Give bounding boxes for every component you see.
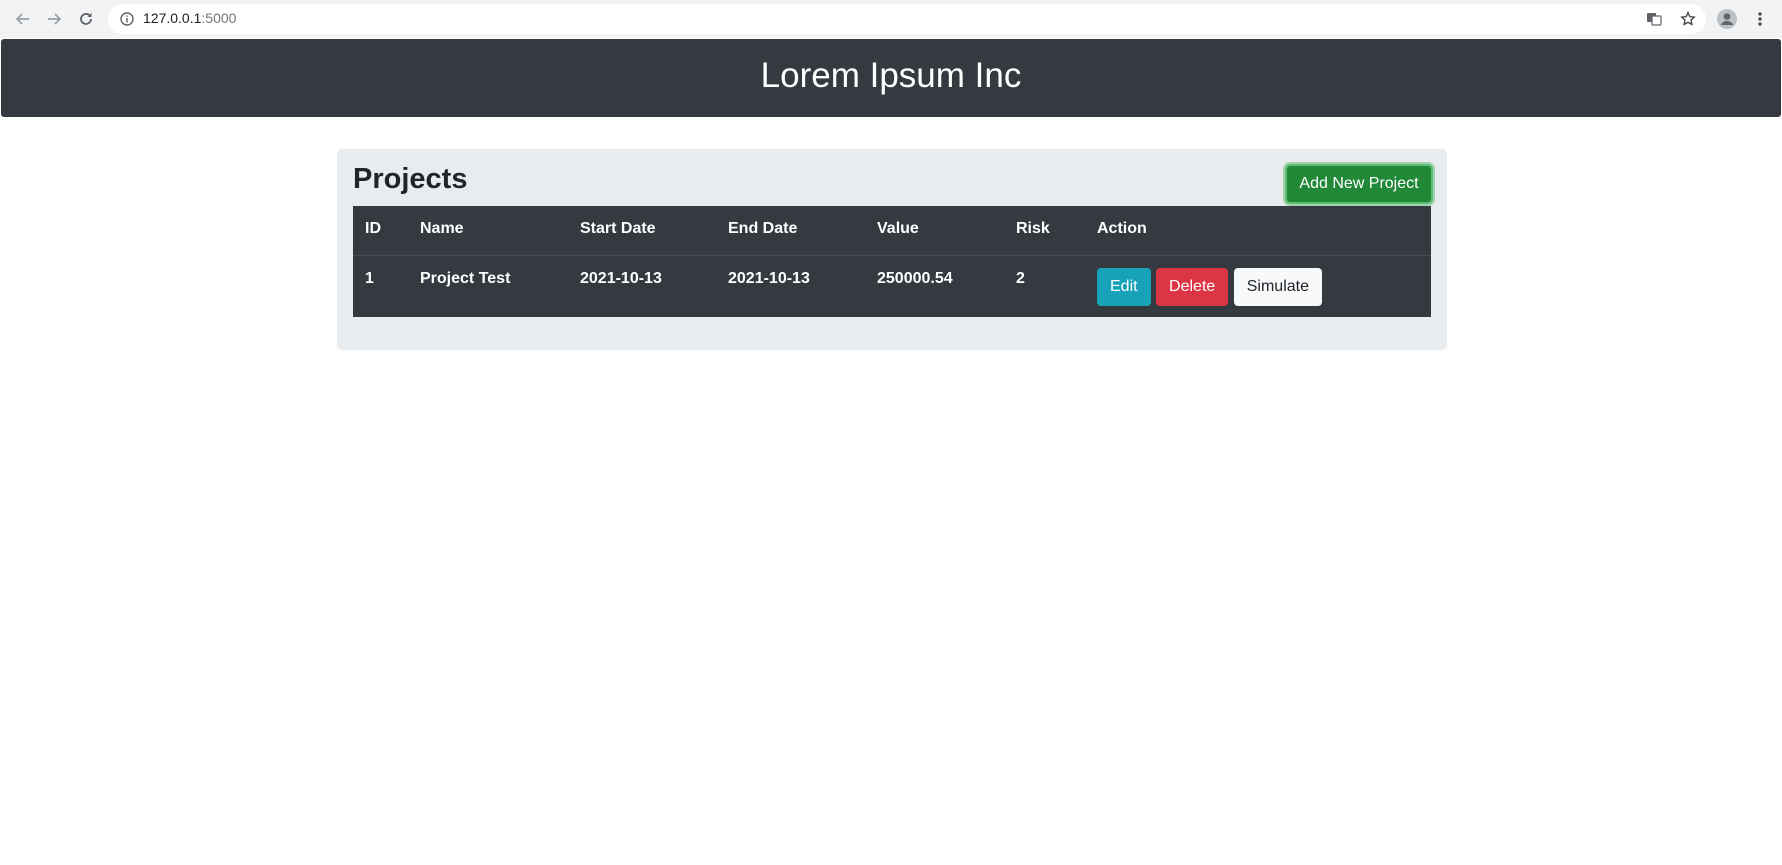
column-header-id: ID	[365, 220, 381, 237]
projects-card: Projects Add New Project ID Name Start D…	[337, 149, 1447, 350]
cell-name: Project Test	[420, 269, 511, 287]
address-bar[interactable]: 127.0.0.1:5000	[108, 4, 1706, 34]
profile-avatar-icon[interactable]	[1716, 8, 1738, 30]
site-header: Lorem Ipsum Inc	[1, 39, 1781, 117]
column-header-end-date: End Date	[728, 220, 798, 237]
cell-risk: 2	[1016, 269, 1025, 287]
column-header-start-date: Start Date	[580, 220, 656, 237]
column-header-risk: Risk	[1016, 220, 1050, 237]
cell-actions: Edit Delete Simulate	[1085, 255, 1431, 317]
simulate-button[interactable]: Simulate	[1233, 267, 1322, 306]
table-header-row: ID Name Start Date End Date Value Risk A…	[353, 206, 1431, 255]
url-port: :5000	[201, 10, 237, 26]
column-header-name: Name	[420, 220, 464, 237]
menu-kebab-icon[interactable]	[1749, 8, 1771, 30]
bookmark-star-icon[interactable]	[1677, 8, 1699, 30]
translate-icon[interactable]	[1643, 8, 1665, 30]
site-info-icon[interactable]	[120, 12, 134, 26]
column-header-action: Action	[1097, 220, 1147, 237]
browser-toolbar: 127.0.0.1:5000	[0, 0, 1782, 38]
page-title: Projects	[353, 163, 468, 195]
url-text: 127.0.0.1:5000	[143, 10, 236, 26]
site-title: Lorem Ipsum Inc	[760, 56, 1022, 95]
add-new-project-button[interactable]: Add New Project	[1285, 164, 1433, 204]
delete-button[interactable]: Delete	[1156, 267, 1229, 306]
cell-end-date: 2021-10-13	[728, 269, 810, 287]
edit-button[interactable]: Edit	[1097, 267, 1151, 306]
column-header-value: Value	[877, 220, 919, 237]
reload-icon[interactable]	[75, 8, 97, 30]
cell-start-date: 2021-10-13	[580, 269, 662, 287]
cell-id: 1	[365, 269, 374, 287]
url-host: 127.0.0.1	[143, 10, 202, 26]
table-row: 1 Project Test 2021-10-13 2021-10-13 250…	[353, 255, 1431, 317]
forward-arrow-icon[interactable]	[43, 8, 65, 30]
back-arrow-icon[interactable]	[12, 8, 34, 30]
cell-value: 250000.54	[877, 269, 953, 287]
projects-table: ID Name Start Date End Date Value Risk A…	[353, 206, 1431, 317]
